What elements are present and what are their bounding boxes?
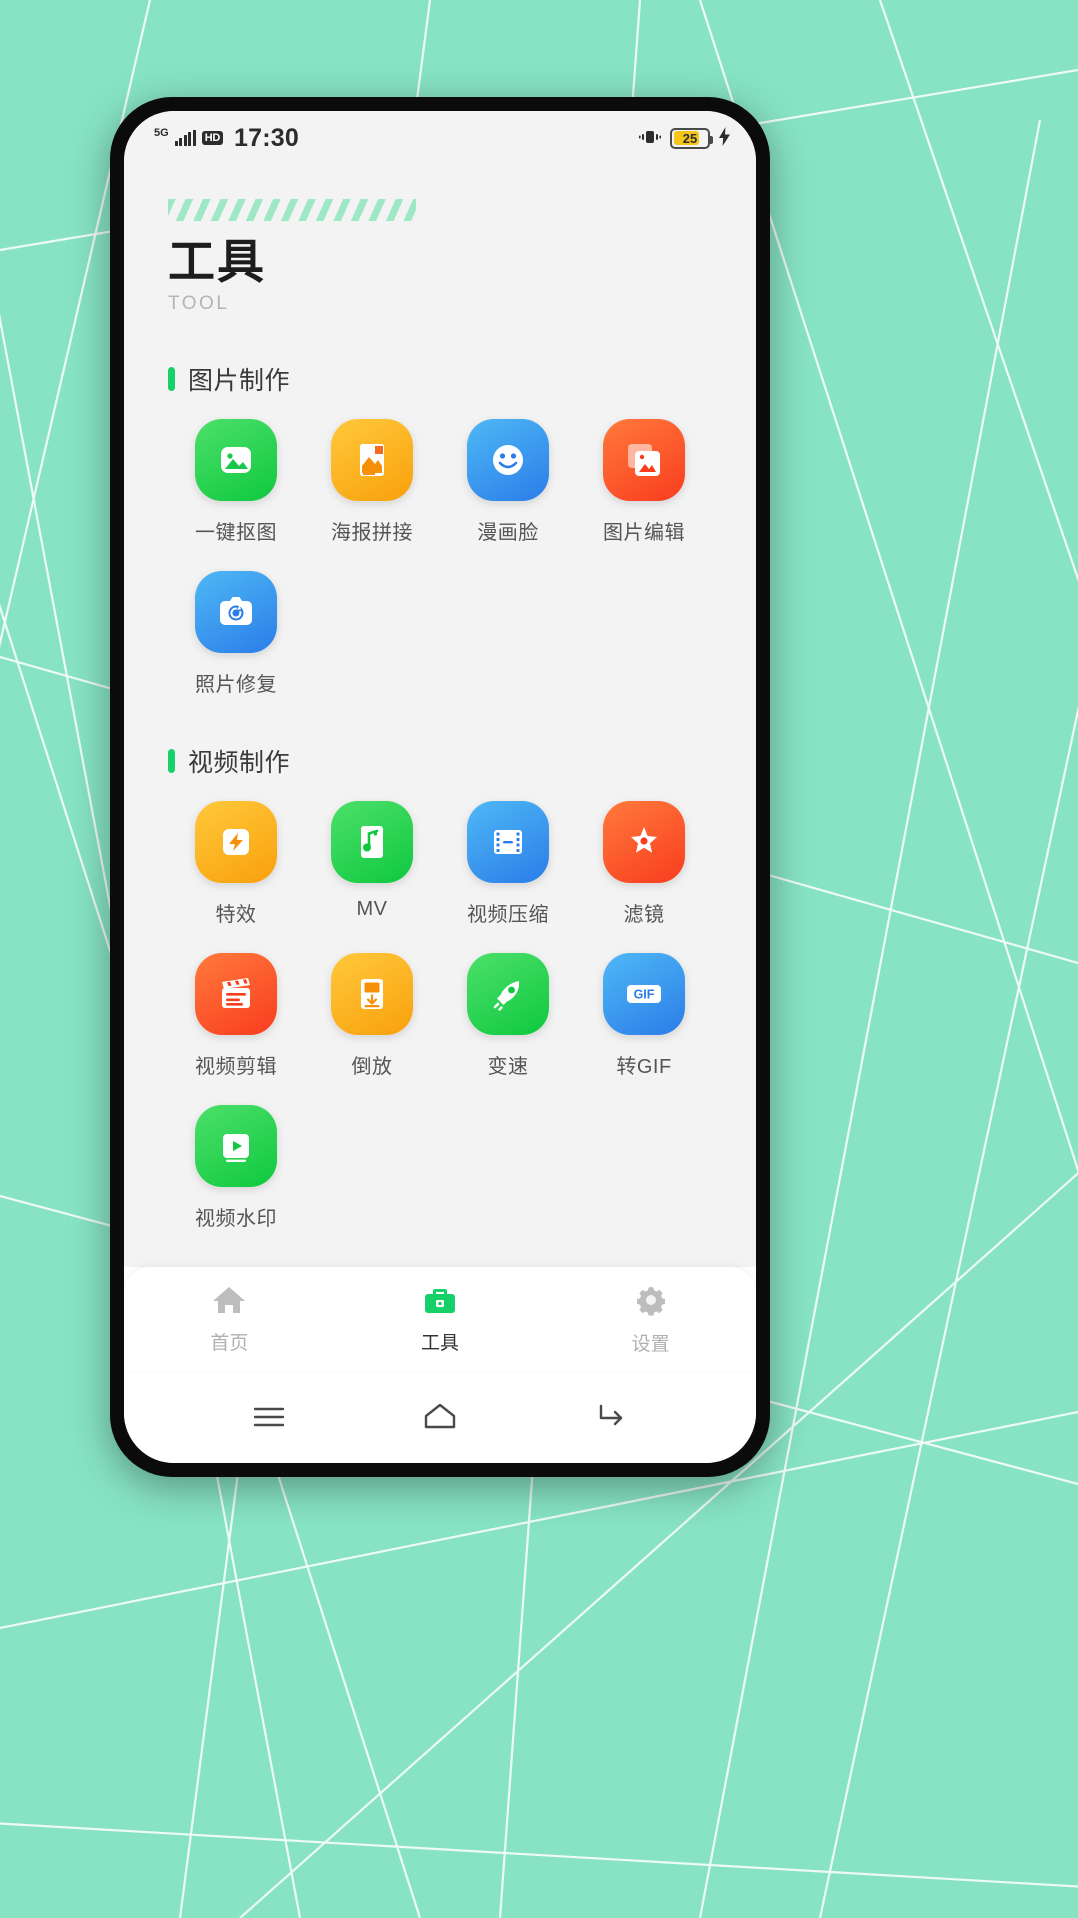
section-header: 图片制作 — [168, 361, 712, 397]
tool-tile[interactable]: MV — [304, 800, 440, 927]
page-header: 工具 TOOL — [124, 165, 756, 315]
tab-toolbox[interactable]: 工具 — [335, 1284, 546, 1355]
music-video-icon[interactable] — [331, 800, 413, 883]
tool-tile-label: 图片编辑 — [603, 521, 685, 544]
section-accent-bar — [168, 748, 175, 773]
speed-change-icon[interactable] — [467, 952, 549, 1035]
photo-restore-icon[interactable] — [195, 570, 277, 653]
tab-gear[interactable]: 设置 — [545, 1283, 756, 1356]
page-subtitle: TOOL — [168, 292, 230, 314]
signal-strength-icon — [174, 130, 196, 146]
tool-tile[interactable]: 视频剪辑 — [168, 952, 304, 1079]
tool-tile-label: 照片修复 — [195, 673, 277, 696]
hd-icon: HD — [201, 130, 223, 146]
vibrate-icon — [639, 128, 661, 149]
battery-level-label: 25 — [682, 130, 698, 146]
tool-tile-label: 倒放 — [351, 1055, 393, 1078]
phone-device-frame: 5G HD 17:30 25 工具 TOOL 图片制作 一键抠图 海报拼接 漫画… — [110, 97, 770, 1477]
gear-icon — [634, 1283, 668, 1322]
phone-screen: 5G HD 17:30 25 工具 TOOL 图片制作 一键抠图 海报拼接 漫画… — [124, 111, 756, 1463]
system-navigation-bar — [124, 1371, 756, 1463]
status-bar-left: 5G HD 17:30 — [154, 124, 299, 153]
menu-icon[interactable] — [247, 1395, 291, 1439]
video-watermark-icon[interactable] — [195, 1104, 277, 1187]
tool-tile[interactable]: 图片编辑 — [576, 418, 712, 545]
tool-tile-label: 转GIF — [616, 1055, 672, 1078]
toolbox-icon — [422, 1284, 458, 1321]
section-image-tools: 图片制作 一键抠图 海报拼接 漫画脸 图片编辑 照片修复 — [124, 361, 756, 697]
tab-label: 首页 — [210, 1332, 249, 1354]
home-icon — [211, 1284, 247, 1321]
tool-tile-label: 一键抠图 — [195, 521, 277, 544]
battery-icon: 25 — [670, 127, 713, 149]
tool-tile[interactable]: 漫画脸 — [440, 418, 576, 545]
status-bar: 5G HD 17:30 25 — [124, 111, 756, 165]
reverse-play-icon[interactable] — [331, 952, 413, 1035]
convert-gif-icon[interactable]: GIF — [603, 952, 685, 1035]
tool-tile[interactable]: GIF 转GIF — [576, 952, 712, 1079]
tool-tile-label: MV — [356, 897, 388, 920]
tool-tile-label: 漫画脸 — [477, 521, 539, 544]
tool-tile-label: 海报拼接 — [331, 521, 413, 544]
section-title: 图片制作 — [188, 366, 291, 395]
tool-tile-label: 特效 — [215, 903, 257, 926]
section-header: 视频制作 — [168, 743, 712, 779]
tool-tile[interactable]: 变速 — [440, 952, 576, 1079]
status-bar-clock: 17:30 — [233, 123, 299, 152]
image-cutout-icon[interactable] — [195, 418, 277, 501]
tool-page-content: 工具 TOOL 图片制作 一键抠图 海报拼接 漫画脸 图片编辑 照片修复 视频制… — [124, 165, 756, 1267]
tool-tile[interactable]: 滤镜 — [576, 800, 712, 927]
filter-icon[interactable] — [603, 800, 685, 883]
tool-tile[interactable]: 倒放 — [304, 952, 440, 1079]
tool-tile-label: 视频剪辑 — [195, 1055, 277, 1078]
home-outline-icon[interactable] — [418, 1395, 462, 1439]
tool-grid-image: 一键抠图 海报拼接 漫画脸 图片编辑 照片修复 — [168, 418, 712, 697]
tool-tile[interactable]: 特效 — [168, 800, 304, 927]
poster-collage-icon[interactable] — [331, 418, 413, 501]
comic-face-icon[interactable] — [467, 418, 549, 501]
special-effects-icon[interactable] — [195, 800, 277, 883]
tool-tile[interactable]: 视频水印 — [168, 1104, 304, 1231]
section-accent-bar — [168, 366, 175, 391]
video-clip-icon[interactable] — [195, 952, 277, 1035]
charging-bolt-icon — [719, 127, 730, 149]
image-edit-icon[interactable] — [603, 418, 685, 501]
tool-tile[interactable]: 视频压缩 — [440, 800, 576, 927]
tab-label: 设置 — [631, 1333, 670, 1355]
status-bar-right: 25 — [639, 127, 730, 149]
tool-tile-label: 视频水印 — [195, 1207, 277, 1230]
video-compress-icon[interactable] — [467, 800, 549, 883]
bottom-tab-bar: 首页 工具 设置 — [124, 1267, 756, 1371]
tool-tile-label: 视频压缩 — [467, 903, 549, 926]
back-icon[interactable] — [589, 1395, 633, 1439]
tab-label: 工具 — [421, 1332, 460, 1354]
tool-grid-video: 特效 MV 视频压缩 滤镜 视频剪辑 倒放 变速 GIF 转GIF 视频水印 — [168, 800, 712, 1231]
svg-text:GIF: GIF — [634, 987, 655, 1001]
tool-tile[interactable]: 一键抠图 — [168, 418, 304, 545]
tab-home[interactable]: 首页 — [124, 1284, 335, 1355]
hatch-decoration — [168, 199, 416, 221]
tool-tile-label: 变速 — [487, 1055, 529, 1078]
page-title: 工具 — [168, 235, 266, 288]
network-type-label: 5G — [154, 126, 169, 139]
tool-tile-label: 滤镜 — [623, 903, 665, 926]
tool-tile[interactable]: 海报拼接 — [304, 418, 440, 545]
section-title: 视频制作 — [188, 748, 291, 777]
tool-tile[interactable]: 照片修复 — [168, 570, 304, 697]
section-video-tools: 视频制作 特效 MV 视频压缩 滤镜 视频剪辑 倒放 变速 GIF 转GIF 视… — [124, 743, 756, 1231]
